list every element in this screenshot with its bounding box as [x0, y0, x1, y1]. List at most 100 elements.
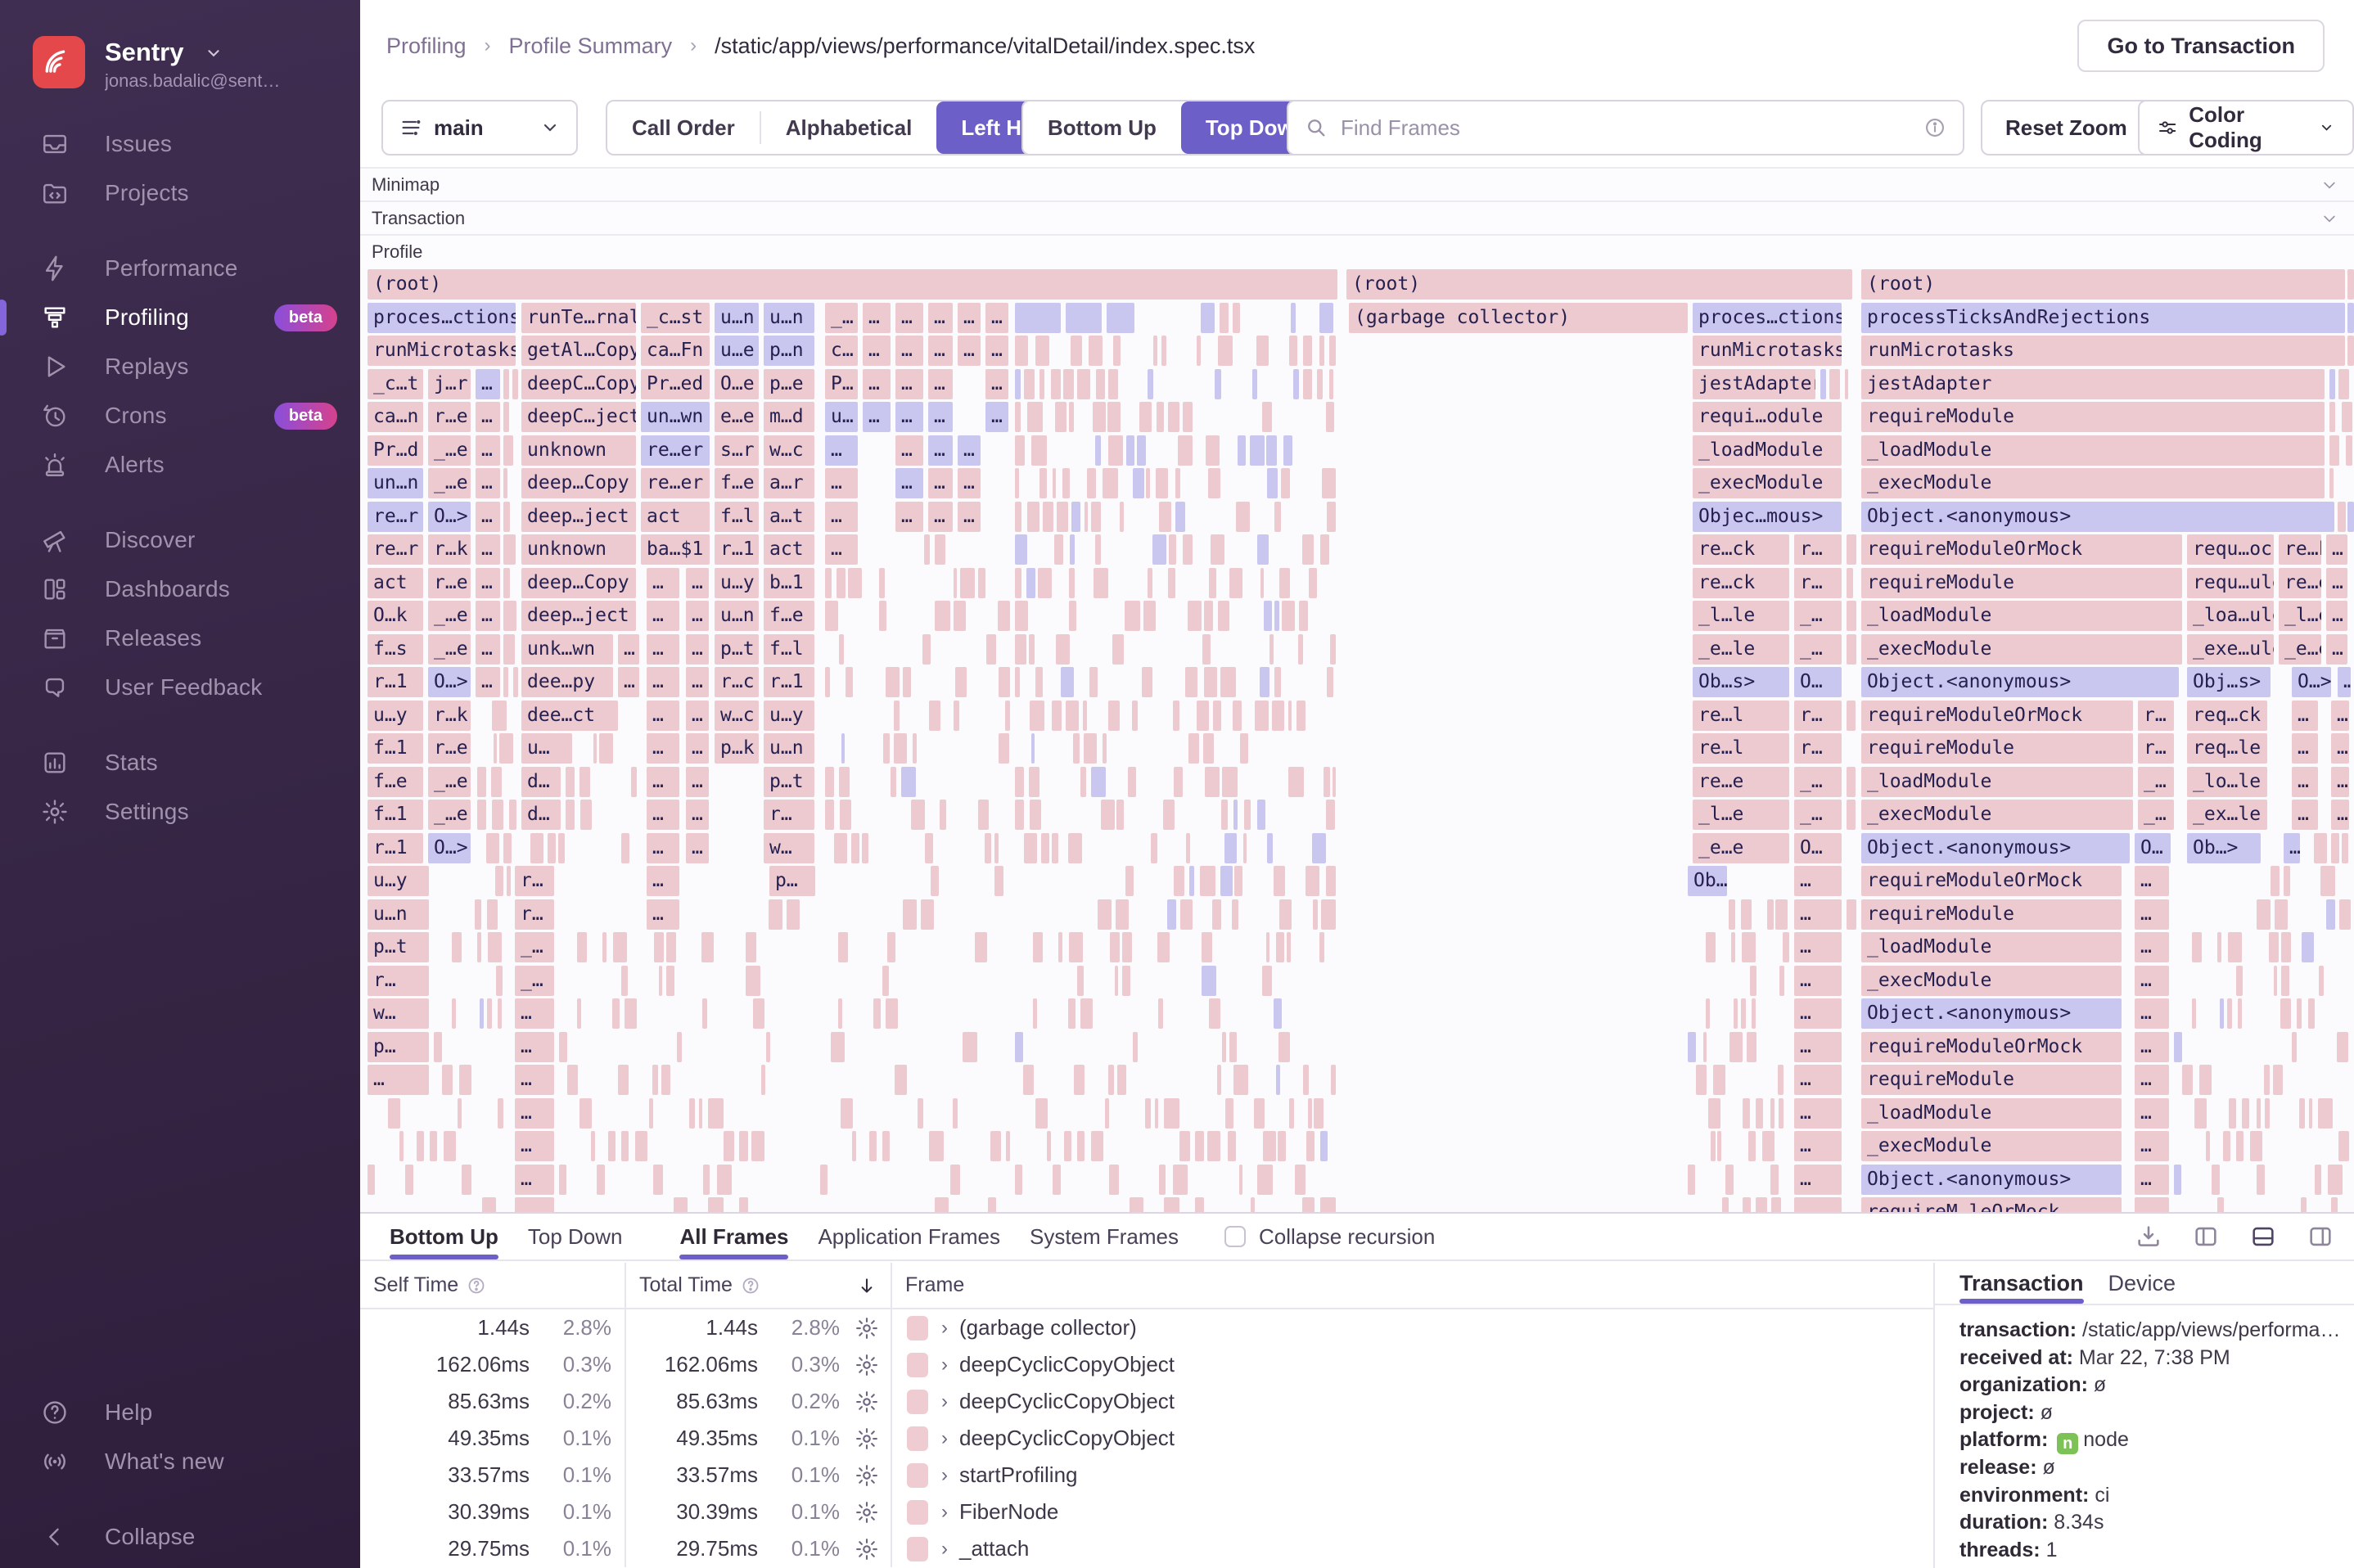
flame-frame[interactable] [1263, 601, 1272, 631]
layout-left-icon[interactable] [2192, 1223, 2220, 1250]
flame-frame[interactable] [2181, 1065, 2194, 1095]
flame-frame[interactable]: requireM…leOrMock [1861, 1197, 2122, 1212]
flame-frame[interactable] [1224, 832, 1237, 863]
flame-frame[interactable]: Pr…ed [641, 368, 710, 399]
flame-frame[interactable] [2216, 1197, 2224, 1212]
flame-frame[interactable] [886, 932, 895, 962]
flame-frame[interactable] [1218, 336, 1233, 366]
gear-icon[interactable] [855, 1353, 879, 1377]
table-row[interactable]: 85.63ms 0.2% 85.63ms 0.2% › deepCyclicCopyObj… [360, 1383, 1933, 1420]
flame-frame[interactable]: … [686, 567, 709, 598]
flame-frame[interactable]: _… [1794, 601, 1842, 631]
flame-frame[interactable] [2337, 1031, 2348, 1062]
flame-frame[interactable] [1186, 832, 1190, 863]
flame-frame[interactable]: … [686, 766, 709, 797]
sidebar-item-collapse[interactable]: Collapse [0, 1512, 360, 1561]
flame-frame[interactable] [1730, 932, 1735, 962]
sidebar-item-replays[interactable]: Replays [0, 342, 360, 391]
flame-frame[interactable]: f…e [764, 601, 814, 631]
flame-frame[interactable]: re…r [368, 534, 423, 565]
flame-frame[interactable] [1752, 998, 1756, 1029]
flame-frame[interactable] [503, 832, 512, 863]
flame-frame[interactable]: getAl…Copy [521, 336, 636, 366]
flame-frame[interactable] [1297, 633, 1304, 665]
flame-frame[interactable]: Objec…mous> [1693, 501, 1842, 532]
flame-frame[interactable] [1080, 998, 1093, 1029]
flame-frame[interactable]: processTicksAndRejections [1861, 302, 2345, 333]
flame-frame[interactable] [1242, 832, 1247, 863]
flame-frame[interactable]: _loadModule [1861, 766, 2133, 797]
flame-frame[interactable]: … [928, 368, 953, 399]
flame-frame[interactable]: r…e [428, 733, 471, 764]
flame-frame[interactable]: u… [825, 402, 858, 432]
flame-frame[interactable] [1319, 336, 1324, 366]
flame-frame[interactable] [634, 1131, 648, 1161]
flame-frame[interactable] [1320, 1131, 1328, 1161]
flame-frame[interactable]: _… [2138, 800, 2174, 830]
flame-frame[interactable] [1227, 1131, 1236, 1161]
flame-frame[interactable] [1256, 800, 1266, 830]
flame-frame[interactable]: (garbage collector) [1349, 302, 1688, 333]
flame-frame[interactable] [490, 766, 502, 797]
flame-frame[interactable] [2329, 468, 2334, 498]
flame-frame[interactable]: … [958, 468, 981, 498]
flame-frame[interactable] [566, 1065, 579, 1095]
table-row[interactable]: 30.39ms 0.1% 30.39ms 0.1% › FiberNode [360, 1494, 1933, 1530]
flame-frame[interactable]: … [618, 633, 639, 665]
flame-frame[interactable]: … [928, 336, 953, 366]
tab-device[interactable]: Device [2108, 1263, 2176, 1304]
flame-frame[interactable] [674, 1197, 688, 1212]
flame-frame[interactable] [1064, 1131, 1072, 1161]
flame-frame[interactable]: u…y [368, 866, 429, 896]
flame-frame[interactable] [1250, 435, 1265, 466]
flame-frame[interactable]: deepC…ject [521, 402, 636, 432]
flame-frame[interactable]: … [1794, 1131, 1842, 1161]
flame-frame[interactable]: r…e [428, 402, 471, 432]
flame-frame[interactable] [476, 932, 481, 962]
flame-frame[interactable] [1725, 1164, 1734, 1195]
flame-frame[interactable] [1039, 368, 1044, 399]
flame-frame[interactable] [994, 832, 999, 863]
flame-frame[interactable] [1302, 534, 1315, 565]
flame-frame[interactable]: … [647, 800, 679, 830]
flame-frame[interactable] [652, 1065, 658, 1095]
chevron-down-icon[interactable] [2321, 177, 2338, 193]
flame-frame[interactable] [1173, 866, 1185, 896]
flame-frame[interactable] [1775, 899, 1788, 930]
flame-frame[interactable]: d… [521, 800, 561, 830]
flame-frame[interactable] [837, 932, 848, 962]
flame-frame[interactable] [1210, 534, 1224, 565]
flame-frame[interactable]: O…e [715, 368, 759, 399]
flame-frame[interactable] [1076, 965, 1085, 996]
flame-frame[interactable] [1316, 368, 1324, 399]
flame-frame[interactable] [1215, 368, 1222, 399]
flame-frame[interactable] [1052, 1164, 1062, 1195]
flame-frame[interactable] [2236, 1131, 2244, 1161]
flame-frame[interactable] [509, 800, 516, 830]
flame-frame[interactable]: f…1 [368, 800, 423, 830]
flame-frame[interactable] [1283, 435, 1293, 466]
flame-frame[interactable]: … [1794, 965, 1842, 996]
flame-frame[interactable] [1742, 1097, 1751, 1129]
flame-frame[interactable]: requireModuleOrMock [1861, 534, 2182, 565]
flame-frame[interactable] [1107, 435, 1123, 466]
flame-frame[interactable] [839, 800, 852, 830]
search-input[interactable] [1341, 115, 1923, 141]
flame-frame[interactable] [2347, 336, 2354, 366]
flame-frame[interactable] [830, 1031, 846, 1062]
flame-frame[interactable]: _ex…le [2187, 800, 2267, 830]
flame-frame[interactable]: _… [1794, 800, 1842, 830]
flame-frame[interactable]: deep…Copy [521, 567, 636, 598]
flame-frame[interactable] [2235, 965, 2244, 996]
flame-frame[interactable] [1252, 368, 1258, 399]
flame-frame[interactable]: re…l [1693, 700, 1789, 731]
flame-frame[interactable]: … [686, 601, 709, 631]
flame-frame[interactable] [1015, 501, 1021, 532]
flame-frame[interactable]: … [2292, 766, 2318, 797]
flame-frame[interactable] [1688, 1031, 1697, 1062]
flame-frame[interactable]: requ…ock [2187, 534, 2274, 565]
flame-frame[interactable] [1093, 402, 1106, 432]
flame-frame[interactable] [1847, 601, 1856, 631]
flame-frame[interactable] [1088, 336, 1103, 366]
color-coding-button[interactable]: Color Coding [2138, 100, 2354, 155]
